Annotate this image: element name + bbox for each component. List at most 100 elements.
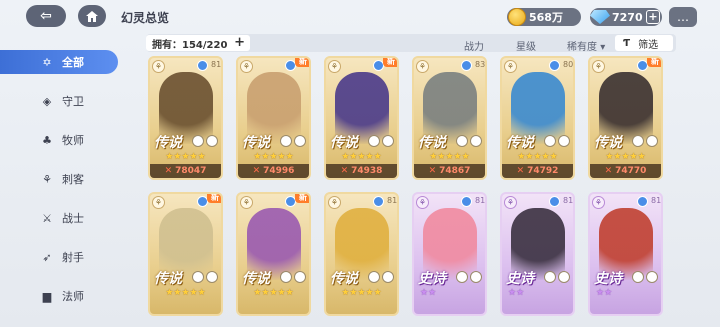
rarity-label: 传说 (154, 271, 182, 287)
power-icon: ✕ (252, 166, 261, 176)
power-icon: ✕ (428, 166, 437, 176)
skill-badges (544, 271, 570, 283)
owned-count: 拥有：154/220 + (146, 35, 250, 51)
class-icon: ⚘ (592, 196, 605, 209)
hero-card[interactable]: ⚘ 81 史诗 ★★ (500, 192, 575, 316)
rarity-label: 传说 (418, 135, 446, 151)
element-icon (549, 196, 560, 207)
element-icon (637, 196, 648, 207)
class-icon: ⚘ (240, 60, 253, 73)
star-rating: ★★ (508, 288, 525, 298)
top-bar: ⇦ 幻灵总览 568万 7270 + … (0, 0, 720, 34)
class-icon: ⚘ (416, 196, 429, 209)
skill-badge-icon (206, 135, 218, 147)
gold-counter: 568万 (507, 8, 581, 26)
sidebar-item-archer[interactable]: ➶ 射手 (0, 245, 118, 269)
skill-badges (632, 271, 658, 283)
filter-button[interactable]: Ƭ 筛选 (615, 35, 673, 51)
hero-card[interactable]: ⚘81新传说★★★★★ (236, 192, 311, 316)
class-icon: ⚘ (240, 196, 253, 209)
skill-badge-icon (368, 271, 380, 283)
sidebar-item-guard[interactable]: ◈ 守卫 (0, 89, 118, 113)
skill-badges (632, 135, 658, 147)
new-badge: 新 (207, 194, 221, 203)
add-gems-button[interactable]: + (646, 10, 660, 24)
hero-card[interactable]: ⚘83新传说★★★★★✕74938 (324, 56, 399, 180)
star-rating: ★★★★★ (517, 152, 558, 162)
star-icon: ✡ (42, 55, 52, 69)
hero-card[interactable]: ⚘ 81 史诗 ★★ (588, 192, 663, 316)
skill-badges (280, 135, 306, 147)
skill-badge-icon (192, 135, 204, 147)
sidebar-item-label: 刺客 (62, 173, 84, 186)
class-icon: ⚘ (504, 196, 517, 209)
power-value: 78047 (175, 166, 207, 176)
chat-icon: … (677, 10, 689, 24)
hero-level: 81 (563, 196, 574, 205)
skill-badge-icon (280, 271, 292, 283)
sidebar-item-assassin[interactable]: ⚘ 刺客 (0, 167, 118, 191)
skill-badges (544, 135, 570, 147)
hero-card[interactable]: ⚘ 81 传说 ★★★★★ (324, 192, 399, 316)
star-rating: ★★★★★ (253, 152, 294, 162)
skill-badge-icon (382, 271, 394, 283)
home-button[interactable] (78, 5, 106, 27)
sidebar-item-warrior[interactable]: ⚔ 战士 (0, 206, 118, 230)
bow-icon: ➶ (42, 250, 52, 264)
power-value: 74792 (527, 166, 559, 176)
sort-star-tab[interactable]: 星级 (516, 38, 536, 53)
hero-card[interactable]: ⚘ 83 传说 ★★★★★ ✕ 74867 (412, 56, 487, 180)
element-icon (461, 196, 472, 207)
rarity-label: 传说 (506, 135, 534, 151)
star-rating: ★★ (596, 288, 613, 298)
hero-card[interactable]: ⚘ 80 传说 ★★★★★ ✕ 74792 (500, 56, 575, 180)
gem-icon (590, 10, 610, 24)
sort-rarity-tab[interactable]: 稀有度 ▾ (567, 38, 605, 53)
hero-level: 83 (475, 60, 486, 69)
sidebar-item-all[interactable]: ✡ 全部 (0, 50, 118, 74)
sword-icon: ⚔ (42, 211, 52, 225)
class-icon: ⚘ (328, 196, 341, 209)
star-rating: ★★★★★ (429, 152, 470, 162)
rarity-label: 传说 (242, 135, 270, 151)
back-arrow-icon: ⇦ (40, 8, 52, 24)
expand-slots-button[interactable]: + (234, 35, 245, 50)
filter-icon: Ƭ (623, 37, 631, 49)
skill-badge-icon (470, 271, 482, 283)
power-bar: ✕ 74867 (414, 164, 485, 178)
hero-level: 81 (387, 196, 398, 205)
shield-icon: ◈ (42, 94, 52, 108)
hero-card[interactable]: ⚘ 81 传说 ★★★★★ ✕ 78047 (148, 56, 223, 180)
element-icon (461, 60, 472, 71)
sidebar-item-label: 守卫 (62, 95, 84, 108)
power-value: 74867 (439, 166, 471, 176)
home-icon (86, 10, 98, 22)
element-icon (549, 60, 560, 71)
back-button[interactable]: ⇦ (26, 5, 66, 27)
sidebar-item-mage[interactable]: ▆ 法师 (0, 284, 118, 308)
sidebar-item-label: 牧师 (62, 134, 84, 147)
skill-badges (368, 135, 394, 147)
gold-amount: 568万 (529, 11, 563, 24)
element-icon (197, 60, 208, 71)
rarity-label: 传说 (242, 271, 270, 287)
sidebar-item-priest[interactable]: ♣ 牧师 (0, 128, 118, 152)
sort-power-tab[interactable]: 战力 (464, 38, 484, 53)
element-icon (373, 196, 384, 207)
hero-card[interactable]: ⚘80新传说★★★★★✕74996 (236, 56, 311, 180)
power-icon: ✕ (516, 166, 525, 176)
skill-badge-icon (456, 271, 468, 283)
power-bar: ✕ 74792 (502, 164, 573, 178)
hero-card[interactable]: ⚘81新传说★★★★★ (148, 192, 223, 316)
star-rating: ★★★★★ (605, 152, 646, 162)
dagger-icon: ⚘ (42, 172, 52, 186)
chevron-down-icon: ▾ (600, 42, 606, 53)
sidebar-item-label: 战士 (62, 212, 84, 225)
sidebar-item-label: 全部 (62, 56, 84, 69)
skill-badge-icon (456, 135, 468, 147)
hero-card[interactable]: ⚘ 81 史诗 ★★ (412, 192, 487, 316)
skill-badge-icon (470, 135, 482, 147)
skill-badge-icon (294, 135, 306, 147)
chat-button[interactable]: … (669, 7, 697, 27)
hero-card[interactable]: ⚘83新传说★★★★★✕74770 (588, 56, 663, 180)
